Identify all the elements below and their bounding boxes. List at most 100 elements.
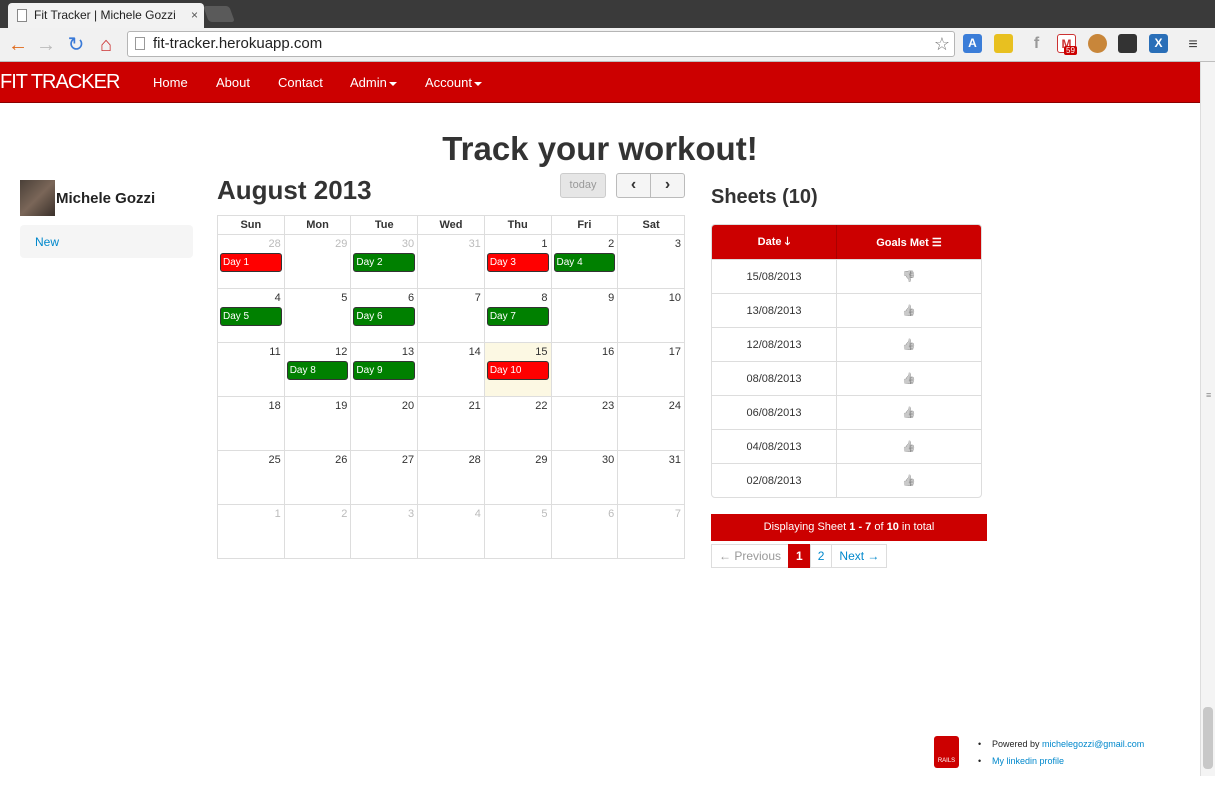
calendar-day[interactable]: 19 bbox=[283, 396, 352, 451]
sheets-body: 15/08/2013 👎 13/08/2013 👍 12/08/2013 👍 08/08/2… bbox=[712, 259, 981, 497]
folder-icon[interactable] bbox=[994, 34, 1013, 53]
nav-about[interactable]: About bbox=[216, 62, 250, 103]
calendar-day[interactable]: 9 bbox=[550, 288, 619, 343]
calendar-day[interactable]: 20 bbox=[350, 396, 419, 451]
menu-icon[interactable]: ≡ bbox=[1181, 33, 1205, 57]
info-total: 10 bbox=[886, 521, 899, 533]
browser-tab[interactable]: Fit Tracker | Michele Gozzi × bbox=[8, 3, 204, 28]
goals-column-header[interactable]: Goals Met ☰ bbox=[837, 225, 981, 259]
email-link[interactable]: michelegozzi@gmail.com bbox=[1042, 739, 1144, 749]
back-icon[interactable]: ← bbox=[6, 33, 30, 57]
calendar-day[interactable]: 26 bbox=[283, 450, 352, 505]
calendar-day[interactable]: 13 Day 9 bbox=[350, 342, 419, 397]
calendar-day[interactable]: 31 bbox=[617, 450, 685, 505]
calendar-day[interactable]: 16 bbox=[550, 342, 619, 397]
calendar-day[interactable]: 22 bbox=[483, 396, 552, 451]
new-tab-button[interactable] bbox=[203, 6, 235, 22]
calendar-day[interactable]: 1 Day 3 bbox=[483, 234, 552, 289]
linkedin-link[interactable]: My linkedin profile bbox=[992, 756, 1064, 766]
workout-event[interactable]: Day 5 bbox=[220, 307, 282, 326]
forward-icon[interactable]: → bbox=[34, 33, 58, 57]
calendar-day[interactable]: 12 Day 8 bbox=[283, 342, 352, 397]
calendar-day[interactable]: 1 bbox=[217, 504, 285, 559]
prev-month-button[interactable]: ‹ bbox=[616, 173, 651, 198]
workout-event[interactable]: Day 9 bbox=[353, 361, 416, 380]
address-bar[interactable]: fit-tracker.herokuapp.com ☆ bbox=[127, 31, 955, 57]
calendar-day[interactable]: 30 bbox=[550, 450, 619, 505]
close-icon[interactable]: × bbox=[191, 3, 198, 28]
brand-logo[interactable]: FIT TRACKER bbox=[0, 62, 120, 103]
calendar-day[interactable]: 29 bbox=[483, 450, 552, 505]
nav-account-dropdown[interactable]: Account bbox=[425, 62, 482, 103]
cookie-icon[interactable] bbox=[1088, 34, 1107, 53]
today-button[interactable]: today bbox=[560, 173, 606, 198]
sheet-row[interactable]: 15/08/2013 👎 bbox=[712, 259, 981, 293]
sheet-row[interactable]: 13/08/2013 👍 bbox=[712, 293, 981, 327]
x-extension-icon[interactable]: X bbox=[1149, 34, 1168, 53]
translate-icon[interactable]: A bbox=[963, 34, 982, 53]
calendar-day[interactable]: 27 bbox=[350, 450, 419, 505]
device-icon[interactable] bbox=[1118, 34, 1137, 53]
calendar-day[interactable]: 5 bbox=[483, 504, 552, 559]
next-month-button[interactable]: › bbox=[650, 173, 685, 198]
calendar-day[interactable]: 24 bbox=[617, 396, 685, 451]
sheet-row[interactable]: 06/08/2013 👍 bbox=[712, 395, 981, 429]
workout-event[interactable]: Day 10 bbox=[486, 361, 549, 380]
workout-event[interactable]: Day 2 bbox=[353, 253, 416, 272]
nav-contact[interactable]: Contact bbox=[278, 62, 323, 103]
day-number: 3 bbox=[674, 238, 681, 250]
workout-event[interactable]: Day 4 bbox=[553, 253, 616, 272]
nav-admin-dropdown[interactable]: Admin bbox=[350, 62, 397, 103]
calendar-day[interactable]: 30 Day 2 bbox=[350, 234, 419, 289]
calendar-day[interactable]: 28 Day 1 bbox=[217, 234, 285, 289]
previous-page-button[interactable]: ← Previous bbox=[711, 544, 790, 568]
calendar-day[interactable]: 21 bbox=[417, 396, 485, 451]
page-2-button[interactable]: 2 bbox=[809, 544, 833, 568]
calendar-day[interactable]: 5 bbox=[283, 288, 352, 343]
page-scrollbar[interactable]: ≡ bbox=[1200, 62, 1215, 776]
calendar-day[interactable]: 29 bbox=[283, 234, 352, 289]
calendar-day[interactable]: 7 bbox=[417, 288, 485, 343]
calendar-day[interactable]: 2 bbox=[283, 504, 352, 559]
sheet-row[interactable]: 12/08/2013 👍 bbox=[712, 327, 981, 361]
calendar-day[interactable]: 15 Day 10 bbox=[483, 342, 552, 397]
date-column-header[interactable]: Date 🡓 bbox=[712, 225, 837, 259]
new-sheet-link[interactable]: New bbox=[35, 235, 59, 249]
calendar-day[interactable]: 17 bbox=[617, 342, 685, 397]
powered-by-text: Powered by bbox=[992, 739, 1040, 749]
calendar-day[interactable]: 11 bbox=[217, 342, 285, 397]
calendar-day[interactable]: 7 bbox=[617, 504, 685, 559]
nav-home[interactable]: Home bbox=[153, 62, 188, 103]
day-number: 6 bbox=[608, 508, 615, 520]
calendar-day[interactable]: 31 bbox=[417, 234, 485, 289]
calendar-day[interactable]: 8 Day 7 bbox=[483, 288, 552, 343]
calendar-day[interactable]: 6 bbox=[550, 504, 619, 559]
calendar-day[interactable]: 3 bbox=[350, 504, 419, 559]
workout-event[interactable]: Day 3 bbox=[486, 253, 549, 272]
sheet-row[interactable]: 04/08/2013 👍 bbox=[712, 429, 981, 463]
calendar-day[interactable]: 25 bbox=[217, 450, 285, 505]
next-page-button[interactable]: Next → bbox=[831, 544, 888, 568]
calendar-day[interactable]: 14 bbox=[417, 342, 485, 397]
calendar-day[interactable]: 4 bbox=[417, 504, 485, 559]
calendar-day[interactable]: 3 bbox=[617, 234, 685, 289]
page-1-button[interactable]: 1 bbox=[788, 544, 811, 568]
calendar-day[interactable]: 18 bbox=[217, 396, 285, 451]
bookmark-star-icon[interactable]: ☆ bbox=[934, 32, 950, 56]
home-icon[interactable]: ⌂ bbox=[94, 33, 118, 57]
goal-cell: 👍 bbox=[837, 327, 981, 361]
workout-event[interactable]: Day 7 bbox=[486, 307, 549, 326]
facebook-icon[interactable]: f bbox=[1027, 34, 1046, 53]
workout-event[interactable]: Day 8 bbox=[286, 361, 349, 380]
workout-event[interactable]: Day 1 bbox=[220, 253, 282, 272]
calendar-day[interactable]: 2 Day 4 bbox=[550, 234, 619, 289]
reload-icon[interactable]: ↻ bbox=[64, 33, 88, 57]
sheet-row[interactable]: 08/08/2013 👍 bbox=[712, 361, 981, 395]
sheet-row[interactable]: 02/08/2013 👍 bbox=[712, 463, 981, 497]
calendar-day[interactable]: 4 Day 5 bbox=[217, 288, 285, 343]
calendar-day[interactable]: 10 bbox=[617, 288, 685, 343]
workout-event[interactable]: Day 6 bbox=[353, 307, 416, 326]
calendar-day[interactable]: 6 Day 6 bbox=[350, 288, 419, 343]
calendar-day[interactable]: 23 bbox=[550, 396, 619, 451]
calendar-day[interactable]: 28 bbox=[417, 450, 485, 505]
